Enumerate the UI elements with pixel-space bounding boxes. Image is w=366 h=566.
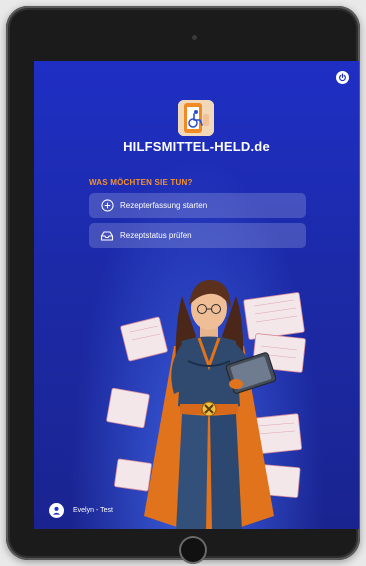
question-heading: WAS MÖCHTEN SIE TUN? [89, 178, 193, 187]
start-prescription-button[interactable]: Rezepterfassung starten [89, 193, 306, 218]
check-status-label: Rezeptstatus prüfen [120, 231, 192, 240]
brand-title: HILFSMITTEL-HELD.de [123, 139, 270, 154]
current-user[interactable]: Evelyn - Test [49, 503, 113, 518]
user-name: Evelyn - Test [73, 507, 113, 514]
app-logo [178, 100, 214, 136]
plus-circle-icon [100, 199, 114, 213]
app-screen: HILFSMITTEL-HELD.de WAS MÖCHTEN SIE TUN?… [34, 61, 359, 529]
power-button[interactable] [336, 71, 349, 84]
inbox-tray-icon [100, 229, 114, 243]
wheelchair-phone-logo [178, 100, 214, 136]
start-prescription-label: Rezepterfassung starten [120, 201, 208, 210]
user-avatar-icon [49, 503, 64, 518]
check-status-button[interactable]: Rezeptstatus prüfen [89, 223, 306, 248]
camera-dot [192, 35, 197, 40]
superhero-illustration [106, 280, 306, 529]
tablet-frame: HILFSMITTEL-HELD.de WAS MÖCHTEN SIE TUN?… [6, 6, 360, 564]
home-button[interactable] [179, 536, 207, 564]
power-icon [339, 73, 346, 82]
